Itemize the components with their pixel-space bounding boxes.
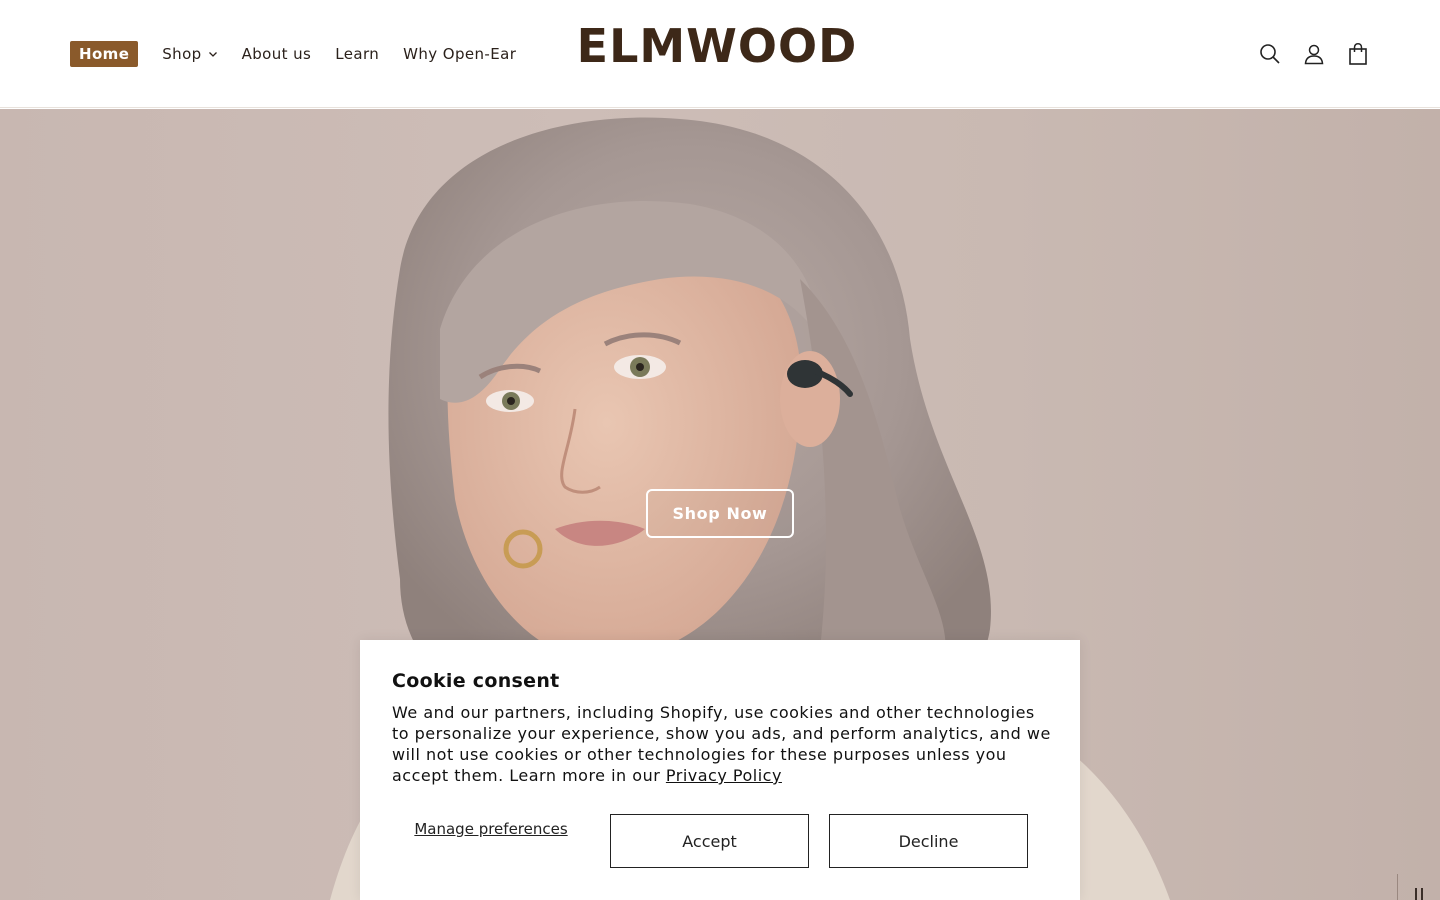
brand-logo[interactable]: ELMWOOD bbox=[570, 18, 864, 74]
manage-preferences-link[interactable]: Manage preferences bbox=[392, 820, 590, 839]
cookie-title: Cookie consent bbox=[392, 670, 560, 692]
chevron-down-icon bbox=[208, 52, 217, 57]
main-nav: Home Shop About us Learn Why Open-Ear bbox=[70, 41, 540, 67]
nav-item-about-us[interactable]: About us bbox=[242, 41, 312, 67]
slideshow-pause-button[interactable] bbox=[1397, 874, 1440, 900]
nav-item-label: Learn bbox=[335, 45, 380, 63]
cart-button[interactable] bbox=[1336, 32, 1380, 76]
search-icon bbox=[1260, 44, 1280, 64]
accept-button[interactable]: Accept bbox=[610, 814, 809, 868]
site-header: Home Shop About us Learn Why Open-Ear EL… bbox=[0, 0, 1440, 108]
nav-item-shop[interactable]: Shop bbox=[162, 41, 217, 67]
cart-icon bbox=[1349, 43, 1367, 65]
pause-icon bbox=[1415, 888, 1423, 900]
privacy-policy-link[interactable]: Privacy Policy bbox=[666, 766, 782, 785]
nav-item-label: About us bbox=[241, 45, 312, 63]
nav-item-label: Shop bbox=[162, 45, 202, 63]
nav-item-label: Home bbox=[79, 45, 130, 63]
cookie-actions: Manage preferences Accept Decline bbox=[392, 814, 1028, 868]
cookie-consent-dialog: Cookie consent We and our partners, incl… bbox=[360, 640, 1080, 900]
account-icon bbox=[1304, 44, 1324, 65]
search-button[interactable] bbox=[1248, 32, 1292, 76]
shop-now-button[interactable]: Shop Now bbox=[646, 489, 794, 538]
decline-button[interactable]: Decline bbox=[829, 814, 1028, 868]
nav-item-home[interactable]: Home bbox=[70, 41, 139, 67]
nav-item-why-open-ear[interactable]: Why Open-Ear bbox=[403, 41, 516, 67]
account-button[interactable] bbox=[1292, 32, 1336, 76]
nav-item-label: Why Open-Ear bbox=[403, 45, 517, 63]
cookie-body: We and our partners, including Shopify, … bbox=[392, 702, 1052, 786]
header-actions bbox=[1248, 32, 1380, 76]
nav-item-learn[interactable]: Learn bbox=[335, 41, 379, 67]
